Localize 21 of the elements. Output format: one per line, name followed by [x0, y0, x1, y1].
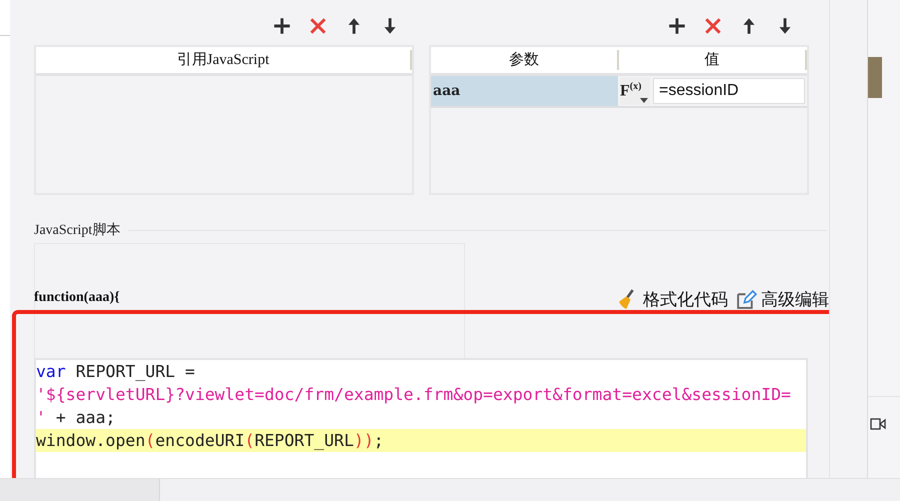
- photo-placeholder: [868, 57, 882, 98]
- column-header: 值: [619, 50, 807, 70]
- code-line: '${servletURL}?viewlet=doc/frm/example.frm&op=export&format=excel&sessionID=: [36, 384, 792, 406]
- add-icon[interactable]: [272, 16, 292, 36]
- code-line: var REPORT_URL =: [36, 361, 196, 383]
- format-code-button[interactable]: 格式化代码: [618, 288, 728, 311]
- value-field[interactable]: =sessionID: [653, 78, 805, 104]
- edit-icon: [736, 289, 757, 310]
- delete-icon[interactable]: [308, 16, 328, 36]
- parameter-name-cell[interactable]: aaa: [431, 76, 618, 106]
- section-title: JavaScript脚本: [34, 222, 120, 239]
- caret-icon: [640, 98, 648, 103]
- add-icon[interactable]: [667, 16, 687, 36]
- video-camera-icon[interactable]: [870, 417, 886, 431]
- column-header: 引用JavaScript: [36, 50, 412, 70]
- code-line: ' + aaa;: [36, 407, 116, 429]
- advanced-edit-button[interactable]: 高级编辑: [736, 288, 829, 311]
- formula-button[interactable]: F$^{(x)}$: [620, 77, 650, 105]
- function-signature: function(aaa){: [34, 290, 121, 306]
- column-header: 参数: [431, 50, 619, 70]
- delete-icon[interactable]: [703, 16, 723, 36]
